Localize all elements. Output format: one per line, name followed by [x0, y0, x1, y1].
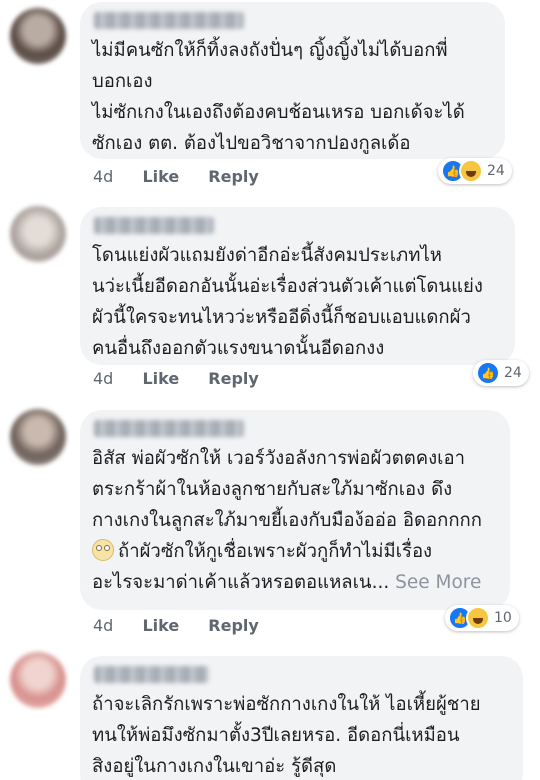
comment-text-line: ตระกร้าผ้าในห้องลูกชายกับสะใภ้มาซักเอง ด…: [92, 479, 453, 500]
comment-text-line: อิสัส พ่อผัวซักให้ เวอร์วังอลังการพ่อผัว…: [92, 448, 465, 469]
comment-text-line: ถ้าจะเลิกรักเพราะพ่อซักกางเกงในให้ ไอเหี…: [92, 694, 481, 715]
comment-time[interactable]: 4d: [93, 369, 113, 388]
comment-text-line: ถ้าผัวซักให้กูเชื่อเพราะผัวกูก็ทำไม่มีเร…: [92, 536, 498, 567]
reaction-summary[interactable]: 👍 10: [445, 605, 519, 631]
comment-actions: 4d Like Reply: [93, 614, 283, 638]
comment-text-line: ผัวนี้ใครจะทนไหวว่ะหรืออีดิ่งนี้ก็ชอบแอบ…: [92, 307, 471, 328]
comment-bubble: ไม่มีคนซักให้ก็ทิ้งลงถังปั่นๆ ญิ้งญิ้งไม…: [80, 2, 505, 159]
avatar[interactable]: [10, 409, 66, 465]
see-more-link[interactable]: See More: [395, 572, 481, 593]
comment-time[interactable]: 4d: [93, 616, 113, 635]
comment-text-line: โดนแย่งผัวแถมยังด่าอีกอ่ะนี้สังคมประเภทไ…: [92, 245, 442, 266]
reaction-summary[interactable]: 👍 24: [438, 158, 512, 184]
haha-icon: [466, 606, 490, 630]
comment-text-line: ไม่ซักเกงในเองถึงต้องคบช้อนเหรอ บอกเด้จะ…: [92, 102, 465, 123]
comment-bubble: โดนแย่งผัวแถมยังด่าอีกอ่ะนี้สังคมประเภทไ…: [80, 207, 515, 365]
avatar[interactable]: [10, 206, 66, 262]
like-icon: 👍: [476, 361, 500, 385]
comment-time[interactable]: 4d: [93, 167, 113, 186]
like-button[interactable]: Like: [142, 616, 179, 635]
like-button[interactable]: Like: [142, 369, 179, 388]
author-name-redacted[interactable]: [94, 420, 244, 437]
reply-button[interactable]: Reply: [208, 167, 259, 186]
comment-thread: ไม่มีคนซักให้ก็ทิ้งลงถังปั่นๆ ญิ้งญิ้งไม…: [0, 0, 540, 780]
comment-text-line: นว่ะเนี้ยอีดอกอันนั้นอ่ะเรื่องส่วนตัวเค้…: [92, 276, 483, 297]
comment-text-line: ซักเอง ตต. ต้องไปขอวิชาจากปองกูลเด้อ: [92, 133, 411, 154]
avatar[interactable]: [10, 652, 66, 708]
comment-text-line: อะไรจะมาด่าเค้าแล้วหรอตอแหลเน... See Mor…: [92, 572, 482, 593]
comment-bubble: อิสัส พ่อผัวซักให้ เวอร์วังอลังการพ่อผัว…: [80, 410, 510, 610]
comment-text-line: ไม่มีคนซักให้ก็ทิ้งลงถังปั่นๆ ญิ้งญิ้งไม…: [92, 40, 448, 61]
author-name-redacted[interactable]: [94, 666, 209, 683]
reply-button[interactable]: Reply: [208, 369, 259, 388]
comment-text-line: บอกเอง: [92, 71, 153, 92]
comment-text-line: คนอื่นถึงออกตัวแรงขนาดนั้นอีดอกงง: [92, 338, 385, 359]
author-name-redacted[interactable]: [94, 12, 244, 29]
reply-button[interactable]: Reply: [208, 616, 259, 635]
haha-icon: [459, 159, 483, 183]
comment-text-line: กางเกงในลูกสะใภ้มาขยี้เองกับมือง้ออ่อ อิ…: [92, 510, 482, 531]
comment-bubble: ถ้าจะเลิกรักเพราะพ่อซักกางเกงในให้ ไอเหี…: [80, 656, 523, 780]
reaction-count: 24: [504, 365, 522, 381]
comment-text-line: ทนให้พ่อมึงซักมาตั้ง3ปีเลยหรอ. อีดอกนี่เ…: [92, 725, 460, 746]
comment-actions: 4d Like Reply: [93, 165, 283, 189]
comment-text-line: สิงอยู่ในกางเกงในเขาอ่ะ รู้ดีสุด: [92, 756, 337, 777]
reaction-count: 24: [487, 163, 505, 179]
author-name-redacted[interactable]: [94, 217, 214, 234]
reaction-summary[interactable]: 👍 24: [473, 360, 529, 386]
like-button[interactable]: Like: [142, 167, 179, 186]
avatar[interactable]: [10, 8, 66, 64]
reaction-count: 10: [494, 610, 512, 626]
rolling-eyes-emoji-icon: [92, 539, 114, 561]
comment-actions: 4d Like Reply: [93, 367, 283, 391]
